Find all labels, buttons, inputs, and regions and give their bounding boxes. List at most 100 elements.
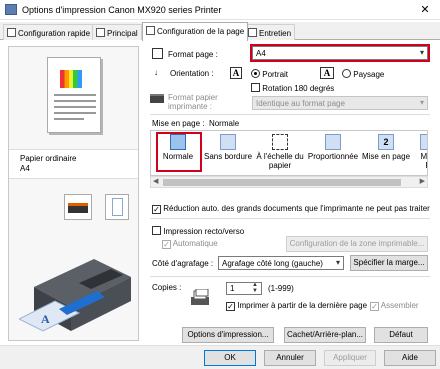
quick-setup-icon xyxy=(7,28,16,37)
paper-source-printer-icon[interactable] xyxy=(64,194,92,220)
portrait-label: Portrait xyxy=(262,70,289,79)
printer-paper-select[interactable]: Identique au format page ▾ xyxy=(252,96,428,110)
orientation-arrow-icon: ↓ xyxy=(154,68,158,77)
scroll-right-icon[interactable]: ▶ xyxy=(420,177,425,185)
ok-button[interactable]: OK xyxy=(204,350,256,366)
preview-pane: Papier ordinaire A4 A xyxy=(8,46,139,341)
window-title: Options d'impression Canon MX920 series … xyxy=(22,5,222,15)
copies-label: Copies : xyxy=(152,283,182,292)
landscape-label: Paysage xyxy=(353,70,385,79)
apply-button[interactable]: Appliquer xyxy=(324,350,376,366)
copies-value: 1 xyxy=(230,284,235,293)
layout-borderless-icon xyxy=(220,134,236,150)
svg-text:A: A xyxy=(41,312,50,326)
cancel-button[interactable]: Annuler xyxy=(264,350,316,366)
layout-scaled[interactable]: Proportionnée xyxy=(306,134,360,161)
printer-paper-label: Format papier imprimante : xyxy=(168,93,218,111)
page-setup-icon xyxy=(146,26,155,35)
printer-app-icon xyxy=(5,4,17,15)
main-icon xyxy=(96,28,105,37)
tab-bar: Configuration rapide Principal Configura… xyxy=(0,22,440,41)
reduce-large-label: Réduction auto. des grands documents que… xyxy=(163,204,430,213)
layout-current: Normale xyxy=(208,119,240,128)
title-bar: Options d'impression Canon MX920 series … xyxy=(0,0,440,20)
tab-main[interactable]: Principal xyxy=(92,24,142,40)
checkbox-unchecked-icon xyxy=(251,83,260,92)
tab-label: Entretien xyxy=(259,29,292,38)
stapling-select[interactable]: Agrafage côté long (gauche) ▾ xyxy=(218,256,344,270)
format-page-highlight xyxy=(250,44,430,62)
rotate-180-checkbox[interactable]: Rotation 180 degrés xyxy=(251,83,334,93)
rotate-180-label: Rotation 180 degrés xyxy=(262,84,335,93)
copies-spinner[interactable]: 1 ▲ ▼ xyxy=(226,282,262,295)
checkbox-checked-icon: ✓ xyxy=(162,240,171,249)
dialog-button-bar: OK Annuler Appliquer Aide xyxy=(0,345,440,369)
scroll-thumb[interactable] xyxy=(163,179,401,186)
duplex-label: Impression recto/verso xyxy=(163,227,245,236)
help-button[interactable]: Aide xyxy=(384,350,436,366)
stapling-value: Agrafage côté long (gauche) xyxy=(222,259,323,268)
spin-updown-icon[interactable]: ▲ ▼ xyxy=(252,283,258,294)
checkbox-unchecked-icon xyxy=(152,226,161,235)
tab-page-setup[interactable]: Configuration de la page xyxy=(142,22,249,41)
layout-page-layout-icon: 2 xyxy=(378,134,394,150)
checkbox-checked-icon: ✓ xyxy=(152,205,161,214)
stamp-background-button[interactable]: Cachet/Arrière-plan... xyxy=(284,327,366,343)
radio-selected-icon xyxy=(251,69,260,78)
tab-label: Configuration de la page xyxy=(157,27,245,36)
media-type: Papier ordinaire xyxy=(20,154,77,163)
printer-illustration-icon: A xyxy=(19,259,131,332)
layout-page-layout[interactable]: 2 Mise en page xyxy=(361,134,411,161)
chevron-down-icon: ▾ xyxy=(419,98,424,107)
layout-scrollbar[interactable]: ◀ ▶ xyxy=(150,176,428,188)
last-page-label: Imprimer à partir de la dernière page xyxy=(237,301,368,310)
printer-paper-icon xyxy=(150,94,164,105)
media-size: A4 xyxy=(20,164,30,173)
layout-poster-icon xyxy=(420,134,427,150)
radio-empty-icon xyxy=(342,69,351,78)
checkbox-checked-icon: ✓ xyxy=(370,302,379,311)
collate-checkbox[interactable]: ✓ Assembler xyxy=(370,301,419,311)
format-page-label: Format page : xyxy=(168,50,218,59)
collate-label: Assembler xyxy=(380,301,419,310)
portrait-radio[interactable]: Portrait xyxy=(251,69,288,79)
checkbox-checked-icon: ✓ xyxy=(226,302,235,311)
color-bars-graphic xyxy=(60,70,82,88)
format-page-icon xyxy=(152,48,163,61)
copies-range: (1-999) xyxy=(268,284,294,293)
reduce-large-checkbox[interactable]: ✓ Réduction auto. des grands documents q… xyxy=(152,204,430,214)
tab-label: Configuration rapide xyxy=(18,29,91,38)
tab-label: Principal xyxy=(107,29,138,38)
chevron-down-icon: ▾ xyxy=(335,258,340,267)
maintenance-icon xyxy=(248,28,257,37)
copies-stack-icon xyxy=(190,288,212,309)
layout-fit-icon xyxy=(272,134,288,150)
duplex-checkbox[interactable]: Impression recto/verso xyxy=(152,226,244,236)
layout-poster[interactable]: Mos P xyxy=(413,134,427,170)
layout-borderless[interactable]: Sans bordure xyxy=(203,134,253,161)
stapling-label: Côté d'agrafage : xyxy=(152,259,214,268)
specify-margin-button[interactable]: Spécifier la marge... xyxy=(350,255,428,271)
paper-output-page-icon[interactable] xyxy=(105,194,129,220)
landscape-radio[interactable]: Paysage xyxy=(342,69,384,79)
page-setup-panel: Papier ordinaire A4 A Format page : A4 ▾ … xyxy=(0,40,440,345)
duplex-auto-checkbox[interactable]: ✓ Automatique xyxy=(162,239,218,249)
tab-quick-setup[interactable]: Configuration rapide xyxy=(3,24,95,40)
duplex-auto-label: Automatique xyxy=(172,239,218,248)
last-page-first-checkbox[interactable]: ✓ Imprimer à partir de la dernière page xyxy=(226,301,367,311)
media-info: Papier ordinaire A4 xyxy=(9,149,138,179)
layout-fit-to-page[interactable]: À l'échelle du papier xyxy=(255,134,305,170)
printable-area-button[interactable]: Configuration de la zone imprimable... xyxy=(286,236,428,252)
print-options-button[interactable]: Options d'impression... xyxy=(182,327,274,343)
landscape-preview-icon: A xyxy=(320,67,334,79)
page-preview xyxy=(47,57,101,133)
portrait-preview-icon: A xyxy=(230,67,242,79)
scroll-left-icon[interactable]: ◀ xyxy=(153,177,158,185)
layout-scaled-icon xyxy=(325,134,341,150)
layout-normal-highlight xyxy=(156,132,202,172)
close-icon[interactable]: ✕ xyxy=(410,0,440,20)
orientation-label: Orientation : xyxy=(170,69,214,78)
printer-paper-value: Identique au format page xyxy=(256,99,345,108)
tab-maintenance[interactable]: Entretien xyxy=(244,24,296,40)
defaults-button[interactable]: Défaut xyxy=(374,327,428,343)
